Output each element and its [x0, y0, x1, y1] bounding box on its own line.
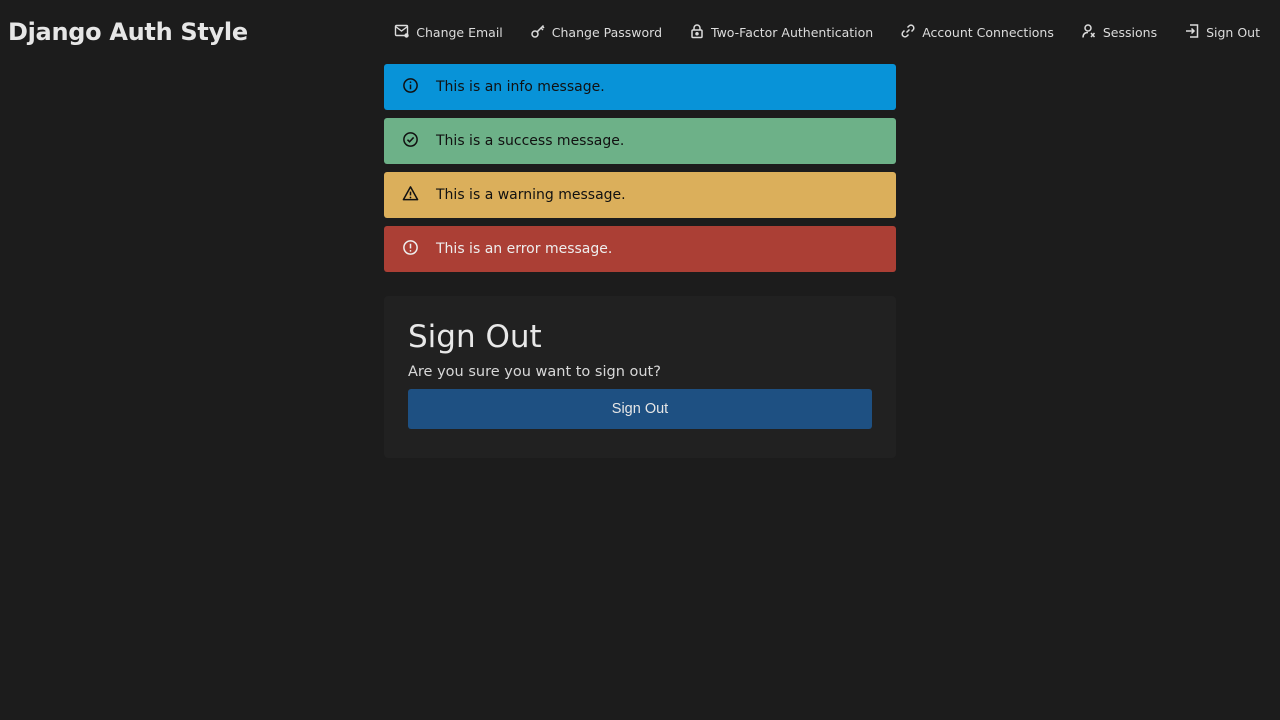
alert-success: This is a success message.: [384, 118, 896, 164]
alert-text: This is an info message.: [436, 79, 605, 95]
app-title[interactable]: Django Auth Style: [8, 18, 248, 46]
nav-item-label: Sign Out: [1206, 24, 1260, 40]
check-circle-icon: [402, 131, 436, 152]
error-circle-icon: [402, 239, 436, 260]
alert-error: This is an error message.: [384, 226, 896, 272]
sign-out-button[interactable]: Sign Out: [408, 389, 872, 429]
key-icon: [530, 23, 546, 42]
top-bar: Django Auth Style Change Email Change Pa…: [0, 0, 1280, 64]
lock-icon: [689, 23, 705, 42]
alert-text: This is a success message.: [436, 133, 625, 149]
alert-text: This is a warning message.: [436, 187, 626, 203]
nav-item-label: Two-Factor Authentication: [711, 24, 874, 40]
nav-item-change-email[interactable]: Change Email: [394, 23, 503, 42]
mail-icon: [394, 23, 410, 42]
nav-item-label: Account Connections: [922, 24, 1054, 40]
info-icon: [402, 77, 436, 98]
nav-item-two-factor[interactable]: Two-Factor Authentication: [689, 23, 873, 42]
sign-out-icon: [1184, 23, 1200, 42]
nav-item-account-connections[interactable]: Account Connections: [900, 23, 1054, 42]
nav-item-sessions[interactable]: Sessions: [1081, 23, 1157, 42]
main-nav: Change Email Change Password Two-Factor …: [367, 23, 1260, 42]
alert-text: This is an error message.: [436, 241, 613, 257]
card-title: Sign Out: [408, 319, 542, 355]
nav-item-sign-out[interactable]: Sign Out: [1184, 23, 1260, 42]
nav-item-label: Change Email: [416, 24, 503, 40]
nav-item-change-password[interactable]: Change Password: [530, 23, 662, 42]
alert-warning: This is a warning message.: [384, 172, 896, 218]
main-content: This is an info message. This is a succe…: [384, 64, 896, 458]
nav-item-label: Change Password: [551, 24, 662, 40]
sign-out-card: Sign Out Are you sure you want to sign o…: [384, 296, 896, 458]
nav-item-label: Sessions: [1102, 24, 1158, 40]
link-icon: [900, 23, 916, 42]
user-sessions-icon: [1081, 23, 1097, 42]
card-description: Are you sure you want to sign out?: [408, 364, 661, 380]
warning-triangle-icon: [402, 185, 436, 206]
alert-info: This is an info message.: [384, 64, 896, 110]
